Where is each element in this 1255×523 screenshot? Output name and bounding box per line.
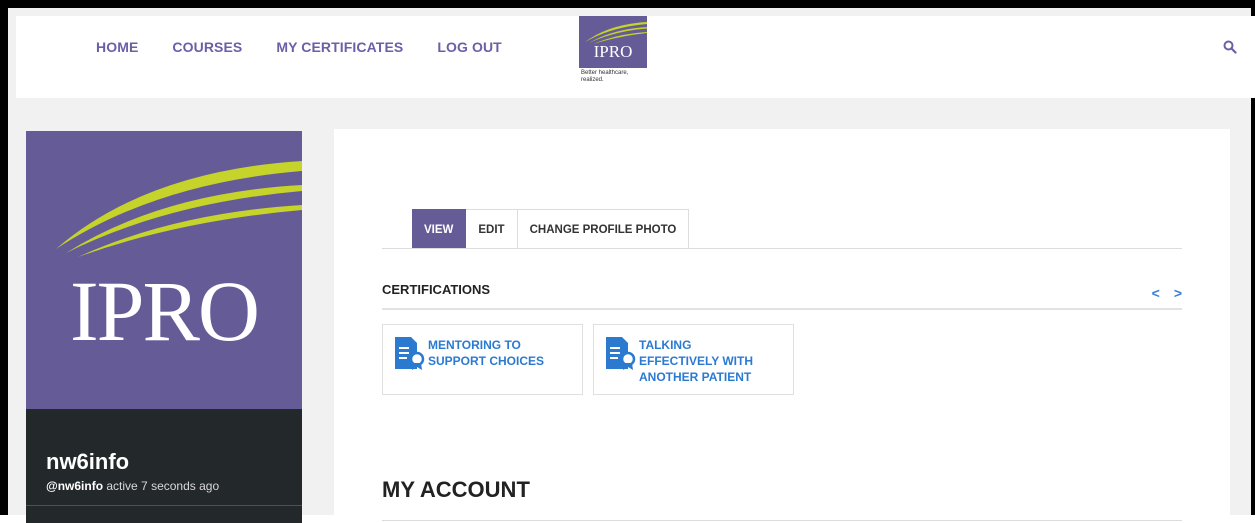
- header-logo-mark: IPRO: [579, 16, 647, 68]
- tab-edit[interactable]: EDIT: [466, 209, 518, 249]
- certificate-title-line: ANOTHER PATIENT: [639, 370, 752, 384]
- profile-avatar[interactable]: IPRO: [26, 131, 302, 409]
- profile-handle[interactable]: @nw6info: [46, 479, 103, 493]
- search-icon[interactable]: [1223, 40, 1237, 54]
- avatar-logo-text: IPRO: [70, 263, 260, 359]
- certificate-card[interactable]: TALKING EFFECTIVELY WITH ANOTHER PATIENT: [593, 324, 794, 395]
- profile-divider: [26, 505, 302, 506]
- tagline-line2: realized.: [581, 77, 604, 83]
- tab-view[interactable]: VIEW: [412, 209, 467, 249]
- my-account-heading: MY ACCOUNT: [382, 477, 530, 502]
- header-logo[interactable]: IPRO Better healthcare, realized.: [579, 16, 647, 98]
- profile-handle-line: @nw6info active 7 seconds ago: [46, 479, 219, 493]
- main-nav: HOME COURSES MY CERTIFICATES LOG OUT: [96, 39, 536, 55]
- nav-courses-link[interactable]: COURSES: [172, 39, 242, 55]
- profile-username: nw6info: [46, 449, 130, 474]
- nav-home-link[interactable]: HOME: [96, 39, 138, 55]
- avatar-swoosh-icon: [56, 161, 302, 257]
- certificate-title-line: MENTORING TO: [428, 338, 521, 352]
- certificate-title-line: EFFECTIVELY WITH: [639, 354, 754, 368]
- certificate-title: MENTORING TO SUPPORT CHOICES: [428, 337, 544, 369]
- certificate-icon: [393, 335, 425, 371]
- tagline-line1: Better healthcare,: [581, 70, 629, 76]
- certificate-icon: [604, 335, 636, 371]
- certifications-divider: [382, 308, 1182, 310]
- certifications-heading: CERTIFICATIONS: [382, 282, 491, 297]
- nav-my-certificates-link[interactable]: MY CERTIFICATES: [276, 39, 403, 55]
- main-panel: VIEW EDIT CHANGE PROFILE PHOTO CERTIFICA…: [334, 129, 1230, 523]
- site-header: HOME COURSES MY CERTIFICATES LOG OUT IPR…: [16, 16, 1255, 98]
- carousel-prev-button[interactable]: <: [1152, 285, 1160, 301]
- tab-change-profile-photo[interactable]: CHANGE PROFILE PHOTO: [517, 209, 690, 249]
- header-logo-text: IPRO: [593, 42, 633, 61]
- browser-frame: HOME COURSES MY CERTIFICATES LOG OUT IPR…: [0, 0, 1255, 523]
- profile-card: nw6info @nw6info active 7 seconds ago: [26, 409, 302, 523]
- certificate-title-line: TALKING: [639, 338, 692, 352]
- account-divider: [382, 520, 1182, 521]
- certifications-carousel-controls: < >: [1152, 285, 1182, 301]
- profile-activity: active 7 seconds ago: [106, 479, 220, 493]
- certificate-card[interactable]: MENTORING TO SUPPORT CHOICES: [382, 324, 583, 395]
- header-logo-tagline: Better healthcare, realized.: [579, 70, 647, 84]
- certificate-title: TALKING EFFECTIVELY WITH ANOTHER PATIENT: [639, 337, 753, 385]
- nav-log-out-link[interactable]: LOG OUT: [437, 39, 501, 55]
- profile-tabs: VIEW EDIT CHANGE PROFILE PHOTO: [412, 209, 690, 249]
- tabs-divider: [382, 248, 1182, 249]
- certificate-title-line: SUPPORT CHOICES: [428, 354, 545, 368]
- carousel-next-button[interactable]: >: [1174, 285, 1182, 301]
